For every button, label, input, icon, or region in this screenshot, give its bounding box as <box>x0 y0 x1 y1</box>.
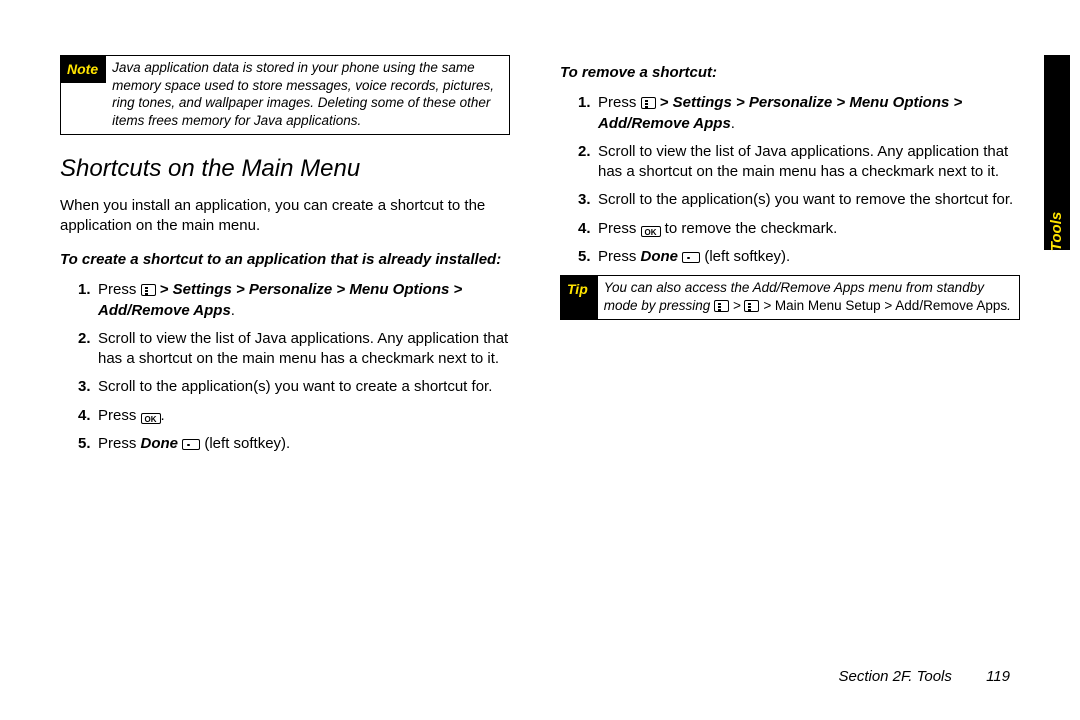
tip-path: Main Menu Setup > Add/Remove Apps <box>775 298 1007 313</box>
ok-icon: OK <box>641 226 661 237</box>
menu-icon <box>641 97 656 109</box>
tip-body: You can also access the Add/Remove Apps … <box>598 276 1019 319</box>
step-text: Scroll to the application(s) you want to… <box>598 191 1013 208</box>
list-item: 3. Scroll to the application(s) you want… <box>578 190 1020 210</box>
create-steps: 1. Press > Settings > Personalize > Menu… <box>60 280 510 454</box>
step-text: Scroll to view the list of Java applicat… <box>598 143 1008 180</box>
step-text: Press <box>598 94 641 111</box>
list-item: 4. Press OK. <box>78 406 510 426</box>
list-item: 4. Press OK to remove the checkmark. <box>578 219 1020 239</box>
done-label: Done <box>641 248 679 265</box>
step-text: Scroll to view the list of Java applicat… <box>98 330 508 367</box>
page-footer: Section 2F. Tools 119 <box>838 668 1010 685</box>
subheading-remove: To remove a shortcut: <box>560 63 1020 83</box>
footer-page: 119 <box>986 668 1010 685</box>
menu-icon <box>744 300 759 312</box>
page-content: Note Java application data is stored in … <box>60 55 1045 685</box>
ok-icon: OK <box>141 413 161 424</box>
list-item: 2. Scroll to view the list of Java appli… <box>78 329 510 370</box>
tip-label: Tip <box>561 276 598 319</box>
list-item: 2. Scroll to view the list of Java appli… <box>578 142 1020 183</box>
section-tab-label: Tools <box>1049 212 1066 251</box>
step-text: (left softkey). <box>200 435 290 452</box>
step-text: Press <box>98 435 141 452</box>
menu-icon <box>714 300 729 312</box>
tip-text: > <box>759 298 774 313</box>
list-item: 1. Press > Settings > Personalize > Menu… <box>78 280 510 321</box>
list-item: 5. Press Done (left softkey). <box>578 247 1020 267</box>
list-item: 5. Press Done (left softkey). <box>78 434 510 454</box>
step-text: Press <box>98 281 141 298</box>
step-text: (left softkey). <box>700 248 790 265</box>
section-tab: Tools <box>1044 55 1070 250</box>
tip-text: > <box>729 298 744 313</box>
step-text: Press <box>598 220 641 237</box>
tip-text: . <box>1007 298 1011 313</box>
remove-steps: 1. Press > Settings > Personalize > Menu… <box>560 93 1020 267</box>
subheading-create: To create a shortcut to an application t… <box>60 250 510 270</box>
step-text: . <box>161 407 165 424</box>
intro-text: When you install an application, you can… <box>60 196 510 237</box>
section-heading: Shortcuts on the Main Menu <box>60 153 510 185</box>
step-text: Scroll to the application(s) you want to… <box>98 378 492 395</box>
step-text: Press <box>598 248 641 265</box>
footer-section: Section 2F. Tools <box>838 668 951 685</box>
softkey-icon <box>182 439 200 450</box>
step-text: to remove the checkmark. <box>661 220 838 237</box>
softkey-icon <box>682 252 700 263</box>
left-column: Note Java application data is stored in … <box>60 55 510 685</box>
note-label: Note <box>61 56 106 83</box>
tip-box: Tip You can also access the Add/Remove A… <box>560 275 1020 320</box>
step-text: Press <box>98 407 141 424</box>
done-label: Done <box>141 435 179 452</box>
step-text: . <box>731 115 735 132</box>
list-item: 3. Scroll to the application(s) you want… <box>78 377 510 397</box>
list-item: 1. Press > Settings > Personalize > Menu… <box>578 93 1020 134</box>
menu-icon <box>141 284 156 296</box>
step-text: . <box>231 302 235 319</box>
note-box: Note Java application data is stored in … <box>60 55 510 135</box>
note-body: Java application data is stored in your … <box>106 56 509 134</box>
right-column: To remove a shortcut: 1. Press > Setting… <box>560 55 1020 685</box>
